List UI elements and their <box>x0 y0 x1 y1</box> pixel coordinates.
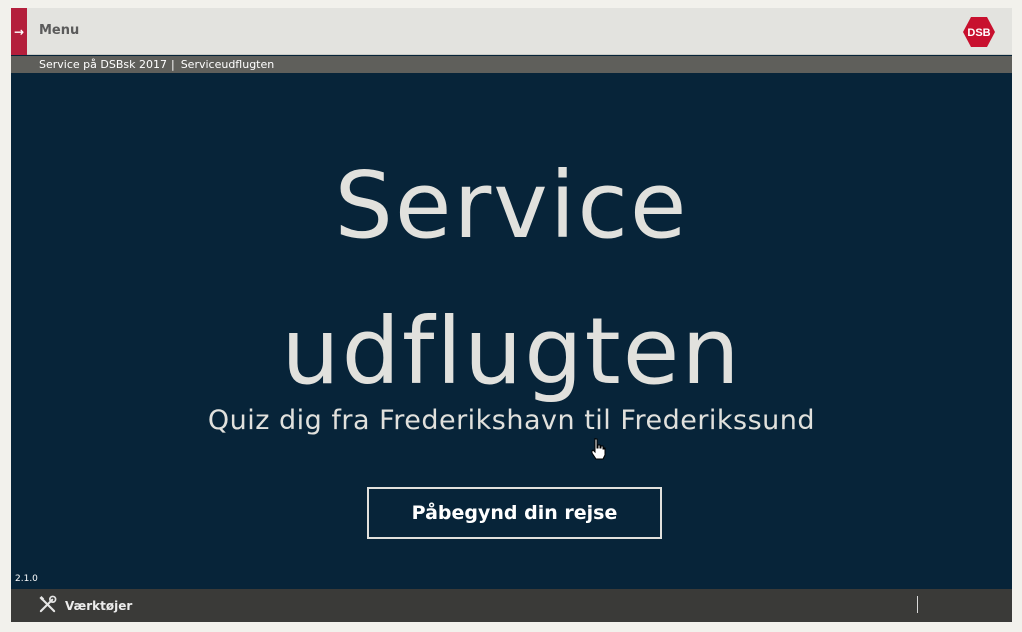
tools-label: Værktøjer <box>65 599 133 613</box>
page-subtitle: Quiz dig fra Frederikshavn til Frederiks… <box>207 405 816 436</box>
page-title-line-2: udflugten <box>281 298 742 405</box>
app-window: → Menu DSB Service på DSBsk 2017 | Service… <box>11 8 1012 622</box>
version-label: 2.1.0 <box>15 574 38 584</box>
breadcrumb-separator: | <box>170 58 175 71</box>
main-content: Service udflugten Quiz dig fra Frederiks… <box>11 73 1012 589</box>
bottom-toolbar: Værktøjer <box>11 589 1012 622</box>
hand-cursor-icon <box>590 438 606 460</box>
toolbar-divider <box>917 596 918 613</box>
tools-button[interactable]: Værktøjer <box>38 595 133 617</box>
menu-arrow-icon[interactable]: → <box>11 8 27 55</box>
breadcrumb-item-service[interactable]: Service på DSBsk 2017 <box>39 58 167 71</box>
breadcrumb-item-serviceudflugten[interactable]: Serviceudflugten <box>181 58 275 71</box>
breadcrumb: Service på DSBsk 2017 | Serviceudflugten <box>11 56 1012 73</box>
top-bar: → Menu DSB <box>11 8 1012 55</box>
tools-icon <box>38 595 57 617</box>
page-title-line-1: Service <box>334 152 689 259</box>
logo-text: DSB <box>967 27 990 39</box>
menu-button[interactable]: Menu <box>39 23 79 38</box>
page-title: Service udflugten <box>11 133 1012 425</box>
dsb-logo: DSB <box>962 16 996 48</box>
start-journey-button[interactable]: Påbegynd din rejse <box>367 487 662 539</box>
